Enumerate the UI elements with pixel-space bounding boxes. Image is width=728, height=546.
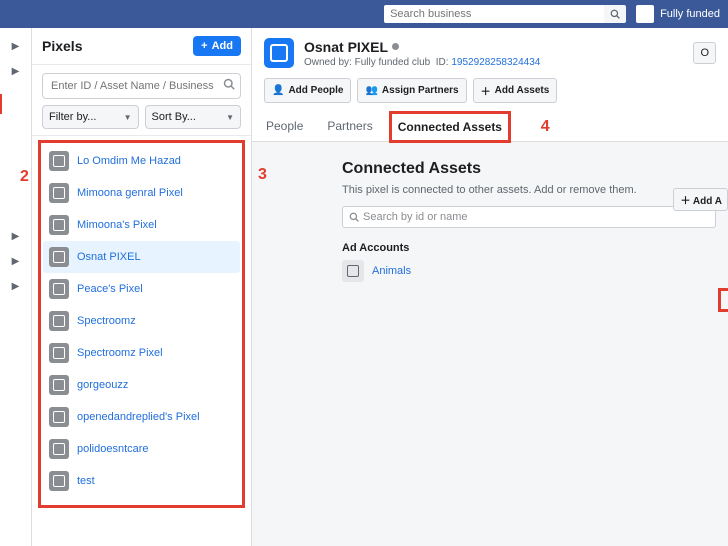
pixel-item-icon bbox=[49, 439, 69, 459]
chevron-down-icon: ▼ bbox=[124, 113, 132, 122]
category-nav: ▶ ▶ ▶ ▶ ▶ bbox=[0, 28, 32, 546]
pixel-item-name: test bbox=[77, 475, 95, 487]
pixel-list-item[interactable]: gorgeouzz bbox=[43, 369, 240, 401]
pixel-item-icon bbox=[49, 407, 69, 427]
section-description: This pixel is connected to other assets.… bbox=[342, 184, 716, 196]
ad-account-icon bbox=[342, 260, 364, 282]
account-avatar[interactable] bbox=[636, 5, 654, 23]
chevron-right-icon[interactable]: ▶ bbox=[12, 231, 20, 242]
global-search-input[interactable] bbox=[384, 5, 604, 23]
pixel-list-item[interactable]: Spectroomz Pixel bbox=[43, 337, 240, 369]
person-plus-icon: 👤 bbox=[272, 85, 284, 96]
asset-title: Osnat PIXEL bbox=[304, 39, 388, 55]
account-name[interactable]: Fully funded bbox=[660, 8, 720, 20]
pixel-item-name: gorgeouzz bbox=[77, 379, 128, 391]
search-icon bbox=[223, 78, 235, 93]
tab-people[interactable]: People bbox=[264, 113, 305, 141]
chevron-right-icon[interactable]: ▶ bbox=[12, 281, 20, 292]
pixel-item-name: Mimoona genral Pixel bbox=[77, 187, 183, 199]
connected-asset-row[interactable]: Animals bbox=[342, 260, 716, 282]
asset-id-link[interactable]: 1952928258324434 bbox=[451, 57, 540, 68]
pixel-item-icon bbox=[49, 215, 69, 235]
pixel-item-name: Spectroomz Pixel bbox=[77, 347, 163, 359]
annotation-number-2: 2 bbox=[20, 168, 29, 186]
annotation-box-4: Connected Assets bbox=[389, 111, 511, 143]
pixel-item-icon bbox=[49, 471, 69, 491]
pixel-search-input[interactable] bbox=[42, 73, 241, 99]
pixel-item-icon bbox=[49, 343, 69, 363]
open-button[interactable]: O bbox=[693, 42, 716, 64]
pixel-item-icon bbox=[49, 151, 69, 171]
pixel-list-item[interactable]: openedandreplied's Pixel bbox=[43, 401, 240, 433]
pixel-item-name: Lo Omdim Me Hazad bbox=[77, 155, 181, 167]
panel-title: Pixels bbox=[42, 38, 82, 54]
asset-search-input[interactable]: Search by id or name bbox=[342, 206, 716, 228]
pixel-item-name: Mimoona's Pixel bbox=[77, 219, 157, 231]
add-people-button[interactable]: 👤Add People bbox=[264, 78, 351, 103]
plus-icon: + bbox=[201, 40, 207, 52]
group-label: Ad Accounts bbox=[342, 242, 716, 254]
main-panel: Osnat PIXEL Owned by: Fully funded club … bbox=[252, 28, 728, 546]
pixel-item-icon bbox=[49, 279, 69, 299]
chevron-right-icon[interactable]: ▶ bbox=[12, 66, 20, 77]
pixel-list-item[interactable]: test bbox=[43, 465, 240, 497]
pixel-list-item[interactable]: Mimoona's Pixel bbox=[43, 209, 240, 241]
assign-partners-button[interactable]: 👥Assign Partners bbox=[357, 78, 466, 103]
people-icon: 👥 bbox=[365, 85, 377, 96]
pixel-item-name: Spectroomz bbox=[77, 315, 136, 327]
pixel-list-item[interactable]: Mimoona genral Pixel bbox=[43, 177, 240, 209]
section-heading: Connected Assets bbox=[342, 160, 716, 178]
annotation-marker-1 bbox=[0, 94, 2, 114]
tab-partners[interactable]: Partners bbox=[325, 113, 374, 141]
pixel-list-item[interactable]: Lo Omdim Me Hazad bbox=[43, 145, 240, 177]
global-search-button[interactable] bbox=[604, 5, 626, 23]
add-assets-side-button[interactable]: ＋ Add A bbox=[673, 188, 728, 211]
status-dot-icon bbox=[392, 43, 399, 50]
top-navbar: Fully funded bbox=[0, 0, 728, 28]
pixels-panel: Pixels +Add Filter by...▼ Sort By...▼ Lo… bbox=[32, 28, 252, 546]
chevron-right-icon[interactable]: ▶ bbox=[12, 256, 20, 267]
pixel-item-name: polidoesntcare bbox=[77, 443, 149, 455]
add-pixel-button[interactable]: +Add bbox=[193, 36, 241, 56]
pixel-item-name: Peace's Pixel bbox=[77, 283, 143, 295]
annotation-number-4: 4 bbox=[541, 118, 550, 136]
annotation-box-right bbox=[718, 288, 728, 312]
pixel-item-icon bbox=[49, 183, 69, 203]
pixel-list-item[interactable]: Osnat PIXEL bbox=[43, 241, 240, 273]
filter-dropdown[interactable]: Filter by...▼ bbox=[42, 105, 139, 129]
global-search bbox=[384, 5, 626, 23]
add-assets-button[interactable]: ＋Add Assets bbox=[473, 78, 558, 103]
pixel-item-name: Osnat PIXEL bbox=[77, 251, 141, 263]
tab-connected-assets[interactable]: Connected Assets bbox=[396, 116, 504, 138]
connected-asset-name: Animals bbox=[372, 265, 411, 277]
sort-dropdown[interactable]: Sort By...▼ bbox=[145, 105, 242, 129]
chevron-down-icon: ▼ bbox=[226, 113, 234, 122]
pixel-item-icon bbox=[49, 247, 69, 267]
pixel-list-item[interactable]: Spectroomz bbox=[43, 305, 240, 337]
annotation-number-3: 3 bbox=[258, 166, 267, 184]
asset-subtitle: Owned by: Fully funded club ID: 19529282… bbox=[304, 57, 540, 68]
search-icon bbox=[349, 212, 359, 222]
plus-icon: ＋ bbox=[481, 83, 491, 98]
pixel-list-item[interactable]: Peace's Pixel bbox=[43, 273, 240, 305]
annotation-box-2: Lo Omdim Me Hazad Mimoona genral Pixel Mim… bbox=[38, 140, 245, 508]
pixel-item-name: openedandreplied's Pixel bbox=[77, 411, 200, 423]
pixel-list-item[interactable]: polidoesntcare bbox=[43, 433, 240, 465]
pixel-icon bbox=[264, 38, 294, 68]
chevron-right-icon[interactable]: ▶ bbox=[12, 41, 20, 52]
pixel-item-icon bbox=[49, 375, 69, 395]
pixel-item-icon bbox=[49, 311, 69, 331]
